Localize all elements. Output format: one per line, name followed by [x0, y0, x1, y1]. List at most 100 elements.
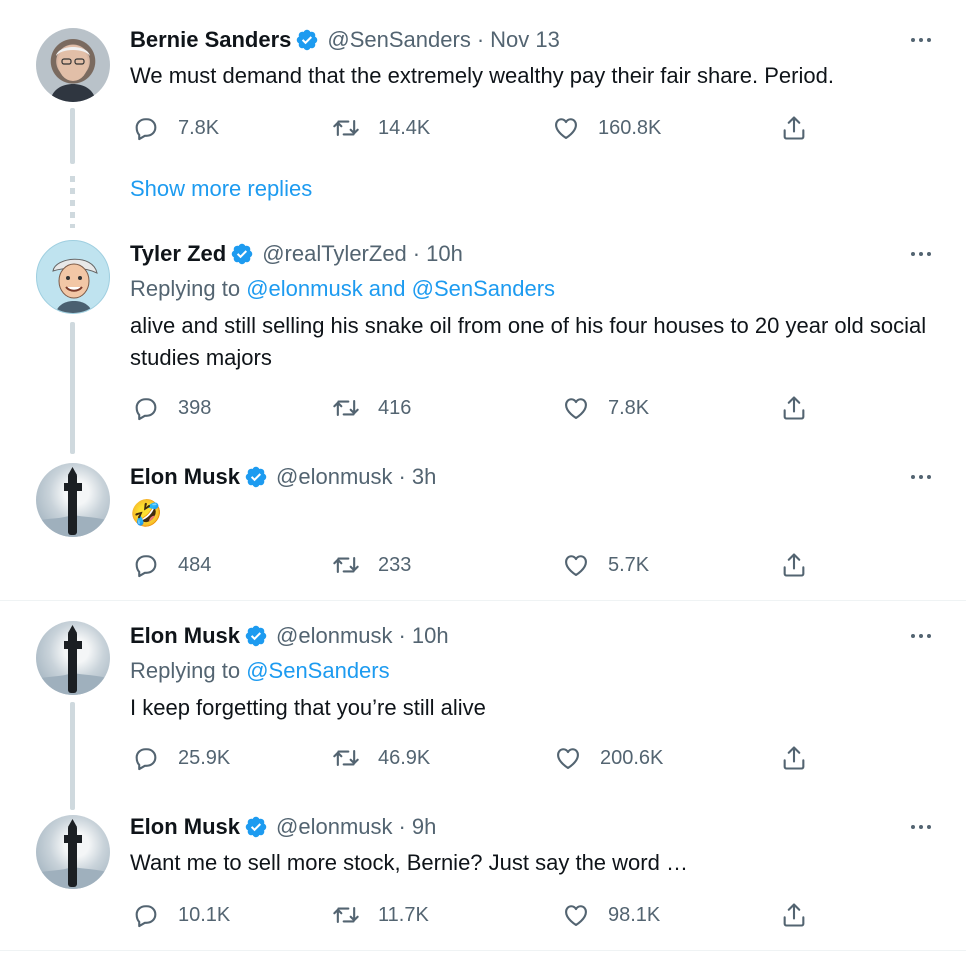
tweet-text: alive and still selling his snake oil fr…: [130, 313, 927, 370]
replying-to-links[interactable]: @SenSanders: [246, 658, 389, 683]
replying-to: Replying to @elonmusk and @SenSanders: [130, 276, 555, 302]
thread-line-dotted: [70, 176, 75, 228]
replying-to-label: Replying to: [130, 658, 241, 683]
timestamp[interactable]: 9h: [412, 814, 436, 840]
retweet-icon: [332, 551, 360, 579]
tweet[interactable]: Bernie Sanders @SenSanders · Nov 13 We m…: [0, 0, 966, 170]
retweet-count: 416: [378, 396, 412, 419]
reply-count: 25.9K: [178, 746, 231, 769]
like-button[interactable]: 98.1K: [562, 897, 660, 933]
tweet-header: Bernie Sanders @SenSanders · Nov 13: [130, 25, 560, 55]
author-name[interactable]: Elon Musk: [130, 623, 240, 649]
tweet-header: Tyler Zed @realTylerZed · 10h: [130, 239, 463, 269]
more-dots-icon[interactable]: [906, 30, 936, 50]
avatar[interactable]: [36, 815, 110, 889]
tweet-actions: 10.1K 11.7K 98.1K: [130, 897, 830, 933]
author-handle[interactable]: @SenSanders: [327, 27, 470, 53]
timestamp[interactable]: 10h: [426, 241, 463, 267]
retweet-count: 14.4K: [378, 116, 431, 139]
share-button[interactable]: [780, 390, 826, 426]
tweet-text: 🤣: [130, 498, 163, 528]
reply-count: 10.1K: [178, 903, 231, 926]
share-icon: [780, 901, 808, 929]
reply-count: 7.8K: [178, 116, 220, 139]
separator: ·: [398, 814, 406, 839]
divider: [0, 600, 966, 601]
reply-button[interactable]: 10.1K: [132, 897, 230, 933]
reply-button[interactable]: 7.8K: [132, 110, 219, 146]
reply-button[interactable]: 398: [132, 390, 211, 426]
show-more-replies-link[interactable]: Show more replies: [130, 176, 312, 202]
share-icon: [780, 744, 808, 772]
tweet-text: Want me to sell more stock, Bernie? Just…: [130, 850, 688, 875]
verified-badge-icon: [244, 465, 268, 489]
verified-badge-icon: [244, 624, 268, 648]
reply-count: 398: [178, 396, 212, 419]
tweet-text: We must demand that the extremely wealth…: [130, 63, 834, 88]
heart-icon: [562, 394, 590, 422]
tweet-actions: 398 416 7.8K: [130, 390, 830, 426]
heart-icon: [562, 901, 590, 929]
retweet-icon: [332, 901, 360, 929]
like-button[interactable]: 5.7K: [562, 547, 649, 583]
heart-icon: [562, 551, 590, 579]
heart-icon: [552, 114, 580, 142]
like-button[interactable]: 200.6K: [554, 740, 663, 776]
share-icon: [780, 551, 808, 579]
share-button[interactable]: [780, 547, 826, 583]
avatar[interactable]: [36, 463, 110, 537]
like-button[interactable]: 7.8K: [562, 390, 649, 426]
like-count: 98.1K: [608, 903, 661, 926]
more-dots-icon[interactable]: [906, 817, 936, 837]
retweet-button[interactable]: 14.4K: [332, 110, 430, 146]
tweet-actions: 484 233 5.7K: [130, 547, 830, 583]
separator: ·: [476, 27, 485, 52]
avatar[interactable]: [36, 240, 110, 314]
share-button[interactable]: [780, 740, 826, 776]
tweet[interactable]: Tyler Zed @realTylerZed · 10h Replying t…: [0, 230, 966, 450]
retweet-button[interactable]: 416: [332, 390, 411, 426]
more-dots-icon[interactable]: [906, 467, 936, 487]
author-name[interactable]: Tyler Zed: [130, 241, 226, 267]
timestamp[interactable]: 3h: [412, 464, 436, 490]
author-name[interactable]: Elon Musk: [130, 464, 240, 490]
separator: ·: [398, 464, 406, 489]
timestamp[interactable]: 10h: [412, 623, 449, 649]
author-handle[interactable]: @elonmusk: [276, 464, 393, 490]
tweet-header: Elon Musk @elonmusk · 10h: [130, 621, 449, 651]
timestamp[interactable]: Nov 13: [490, 27, 560, 53]
author-handle[interactable]: @realTylerZed: [262, 241, 407, 267]
like-button[interactable]: 160.8K: [552, 110, 661, 146]
verified-badge-icon: [244, 815, 268, 839]
more-dots-icon[interactable]: [906, 626, 936, 646]
retweet-icon: [332, 394, 360, 422]
share-button[interactable]: [780, 897, 826, 933]
reply-bubble-icon: [132, 114, 160, 142]
replying-to-links[interactable]: @elonmusk and @SenSanders: [246, 276, 555, 301]
retweet-button[interactable]: 233: [332, 547, 411, 583]
reply-button[interactable]: 484: [132, 547, 211, 583]
share-button[interactable]: [780, 110, 826, 146]
author-name[interactable]: Bernie Sanders: [130, 27, 291, 53]
tweet-actions: 25.9K 46.9K 200.6K: [130, 740, 830, 776]
share-icon: [780, 114, 808, 142]
verified-badge-icon: [230, 242, 254, 266]
tweet[interactable]: Elon Musk @elonmusk · 10h Replying to @S…: [0, 605, 966, 805]
avatar[interactable]: [36, 28, 110, 102]
reply-count: 484: [178, 553, 212, 576]
tweet[interactable]: Elon Musk @elonmusk · 3h 🤣 484 233 5.7K: [0, 455, 966, 600]
author-handle[interactable]: @elonmusk: [276, 623, 393, 649]
tweet-text: I keep forgetting that you’re still aliv…: [130, 695, 486, 720]
author-handle[interactable]: @elonmusk: [276, 814, 393, 840]
avatar[interactable]: [36, 621, 110, 695]
like-count: 7.8K: [608, 396, 650, 419]
tweet[interactable]: Elon Musk @elonmusk · 9h Want me to sell…: [0, 810, 966, 950]
author-name[interactable]: Elon Musk: [130, 814, 240, 840]
like-count: 5.7K: [608, 553, 650, 576]
retweet-icon: [332, 114, 360, 142]
reply-button[interactable]: 25.9K: [132, 740, 230, 776]
more-dots-icon[interactable]: [906, 244, 936, 264]
retweet-button[interactable]: 46.9K: [332, 740, 430, 776]
retweet-button[interactable]: 11.7K: [332, 897, 429, 933]
retweet-count: 233: [378, 553, 412, 576]
